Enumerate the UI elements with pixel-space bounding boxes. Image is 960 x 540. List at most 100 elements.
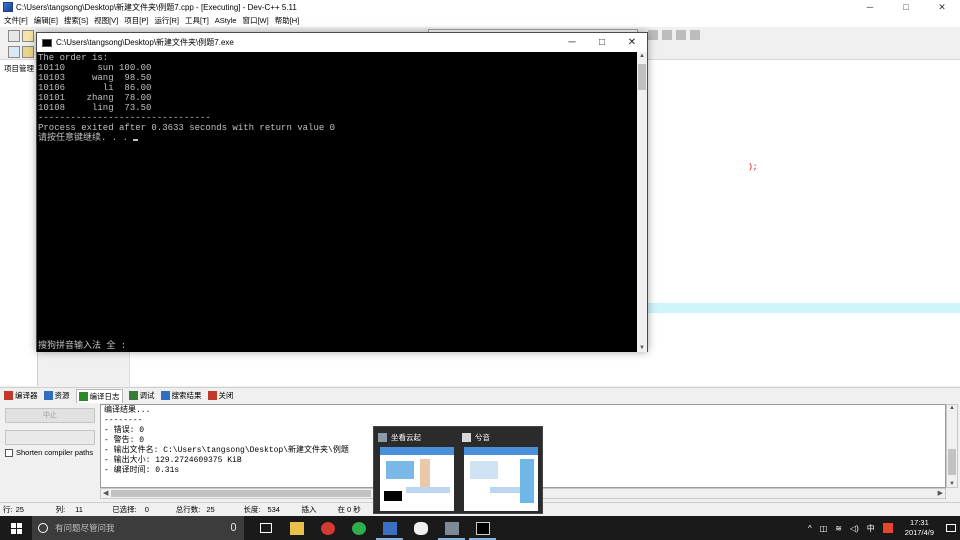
thumbnail-header: 坐看云起 <box>378 431 456 443</box>
tab-label: 调试 <box>139 391 155 400</box>
clock-time: 17:31 <box>910 518 929 527</box>
status-lines-label: 总行数: <box>175 505 201 514</box>
preview-header-band <box>380 447 454 455</box>
log-line: -------- <box>104 416 143 425</box>
scroll-up-icon[interactable]: ▲ <box>948 405 956 411</box>
clock[interactable]: 17:31 2017/4/9 <box>905 518 934 538</box>
tab-label: 关闭 <box>218 391 234 400</box>
thumbnail-preview[interactable] <box>464 447 538 511</box>
scroll-right-icon[interactable]: ▶ <box>938 489 943 497</box>
abort-compilation-button[interactable]: 中止 <box>5 408 95 423</box>
start-button[interactable] <box>0 516 32 540</box>
status-mode: 插入 <box>301 505 317 514</box>
toolbar-icon[interactable] <box>690 30 700 40</box>
qq-button[interactable] <box>405 516 436 540</box>
microphone-icon[interactable] <box>231 523 236 531</box>
checkbox-label: Shorten compiler paths <box>16 448 94 457</box>
console-scrollbar[interactable]: ▲ ▼ <box>637 52 647 352</box>
system-tray: ^ ◫ ≋ ◁) 中 17:31 2017/4/9 <box>804 516 960 540</box>
window-title: C:\Users\tangsong\Desktop\新建文件夹\例题7.cpp … <box>16 2 297 12</box>
log-vertical-scrollbar[interactable]: ▲ ▼ <box>946 404 958 488</box>
avatar-icon <box>462 432 471 442</box>
menu-project[interactable]: 项目[P] <box>122 15 152 26</box>
console-maximize-button[interactable]: □ <box>587 33 617 52</box>
run-icon[interactable] <box>22 46 34 58</box>
devcpp-taskbar-button[interactable] <box>374 516 405 540</box>
console-line: The order is: <box>38 53 109 63</box>
scroll-thumb[interactable] <box>111 490 371 497</box>
console-minimize-button[interactable]: ─ <box>557 33 587 52</box>
tab-close[interactable]: 关闭 <box>207 390 234 401</box>
volume-icon[interactable]: ◁) <box>850 524 859 533</box>
tab-debug[interactable]: 调试 <box>128 390 155 401</box>
open-file-icon[interactable] <box>22 30 34 42</box>
menu-astyle[interactable]: AStyle <box>213 16 241 25</box>
menu-run[interactable]: 运行[R] <box>152 15 183 26</box>
scroll-left-icon[interactable]: ◀ <box>103 489 108 497</box>
menu-help[interactable]: 帮助[H] <box>273 15 304 26</box>
secondary-button[interactable] <box>5 430 95 445</box>
scroll-thumb[interactable] <box>948 449 956 475</box>
scroll-thumb[interactable] <box>638 64 646 90</box>
close-button[interactable]: ✕ <box>924 0 960 14</box>
window-controls: ─ □ ✕ <box>852 0 960 14</box>
tab-compiler[interactable]: 编译器 <box>4 390 38 401</box>
thumbnail-card[interactable]: 坐看云起 <box>378 431 456 511</box>
console-window[interactable]: C:\Users\tangsong\Desktop\新建文件夹\例题7.exe … <box>36 32 648 352</box>
status-row: 25 <box>15 505 24 514</box>
console-line: Process exited after 0.3633 seconds with… <box>38 123 336 133</box>
tab-compile-log[interactable]: 编译日志 <box>75 388 123 403</box>
show-hidden-icons-icon[interactable]: ^ <box>808 524 812 533</box>
thumbnail-preview[interactable] <box>380 447 454 511</box>
status-col: 11 <box>75 505 83 514</box>
menu-file[interactable]: 文件[F] <box>2 15 32 26</box>
scroll-down-icon[interactable]: ▼ <box>948 481 956 487</box>
wifi-icon[interactable]: ≋ <box>835 524 842 533</box>
browser-button[interactable] <box>343 516 374 540</box>
maximize-button[interactable]: □ <box>888 0 924 14</box>
new-file-icon[interactable] <box>8 30 20 42</box>
toolbar-icon[interactable] <box>662 30 672 40</box>
console-prompt: 请按任意键继续. . . <box>38 133 134 143</box>
music-app-icon <box>320 521 335 535</box>
bottom-panel-tabs: 编译器 资源 编译日志 调试 搜索结果 关闭 <box>0 387 960 403</box>
shorten-paths-checkbox[interactable]: Shorten compiler paths <box>5 448 93 457</box>
network-icon[interactable]: ◫ <box>820 524 828 533</box>
console-line: 10110 sun 100.00 <box>38 63 152 73</box>
action-center-button[interactable] <box>942 516 960 540</box>
sogou-ime-icon[interactable] <box>882 523 893 533</box>
task-view-button[interactable] <box>250 516 281 540</box>
clock-date: 2017/4/9 <box>904 528 934 537</box>
minimize-button[interactable]: ─ <box>852 0 888 14</box>
log-line: 编译结果... <box>104 406 151 415</box>
status-lines: 25 <box>206 505 215 514</box>
scroll-up-icon[interactable]: ▲ <box>637 53 647 59</box>
scroll-down-icon[interactable]: ▼ <box>637 345 647 351</box>
ime-indicator[interactable]: 中 <box>867 523 875 534</box>
chat-app-button[interactable] <box>436 516 467 540</box>
console-close-button[interactable]: ✕ <box>617 33 647 52</box>
thumbnail-card[interactable]: 兮音 <box>462 431 540 511</box>
checkbox-box[interactable] <box>5 448 13 457</box>
file-explorer-button[interactable] <box>281 516 312 540</box>
cortana-search-box[interactable]: 有问题尽管问我 <box>32 516 244 540</box>
project-panel-title[interactable]: 项目管理 <box>0 60 37 74</box>
netease-music-button[interactable] <box>312 516 343 540</box>
compile-options-panel: 中止 Shorten compiler paths <box>0 404 100 500</box>
menu-window[interactable]: 窗口[W] <box>240 15 272 26</box>
tab-resources[interactable]: 资源 <box>43 390 70 401</box>
preview-header-band <box>464 447 538 455</box>
tab-search-results[interactable]: 搜索结果 <box>160 390 202 401</box>
console-taskbar-button[interactable] <box>467 516 498 540</box>
menu-edit[interactable]: 编辑[E] <box>32 15 62 26</box>
toolbar-icon[interactable] <box>648 30 658 40</box>
title-bar: C:\Users\tangsong\Desktop\新建文件夹\例题7.cpp … <box>0 0 960 14</box>
menu-tools[interactable]: 工具[T] <box>183 15 213 26</box>
menu-search[interactable]: 搜索[S] <box>62 15 92 26</box>
menu-view[interactable]: 视图[V] <box>92 15 122 26</box>
console-output[interactable]: The order is: 10110 sun 100.00 10103 wang … <box>37 52 637 352</box>
compile-icon[interactable] <box>8 46 20 58</box>
tab-label: 资源 <box>54 391 70 400</box>
preview-block <box>386 461 414 479</box>
toolbar-icon[interactable] <box>676 30 686 40</box>
